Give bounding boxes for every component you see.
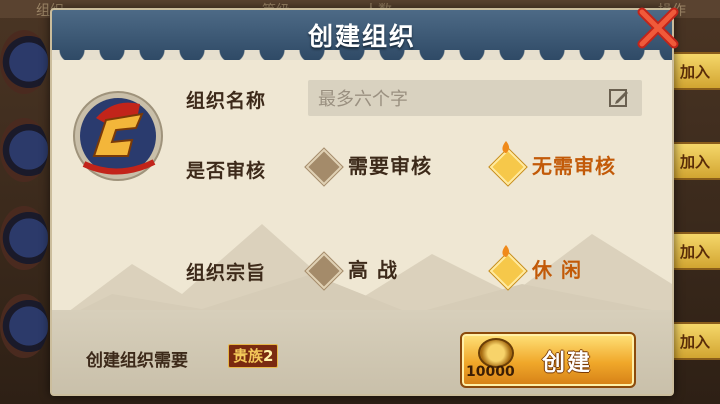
bg-guild-emblem	[0, 118, 48, 182]
review-option-none-label: 无需审核	[532, 154, 616, 178]
requirement-text: 创建组织需要	[86, 351, 188, 371]
review-option-none[interactable]: 无需审核	[489, 140, 616, 185]
create-cost: 10000	[466, 364, 515, 380]
bg-guild-emblem	[0, 206, 48, 270]
noble-badge-label: 贵族	[233, 347, 264, 365]
create-guild-dialog: 创建组织 组织名称 是否审核 需要审核 无需审核	[50, 8, 674, 396]
guild-name-field	[308, 80, 642, 118]
radio-flame-selected-icon	[489, 140, 527, 185]
purpose-option-casual-label: 休 闲	[532, 258, 582, 282]
guild-emblem-icon	[66, 68, 170, 188]
review-option-required-label: 需要审核	[348, 154, 432, 178]
bg-guild-emblem	[0, 30, 48, 94]
bg-join-button[interactable]: 加入	[668, 52, 720, 90]
purpose-label: 组织宗旨	[186, 262, 267, 284]
radio-diamond-icon	[305, 148, 343, 185]
guild-name-label: 组织名称	[186, 90, 267, 112]
radio-flame-selected-icon	[489, 244, 527, 289]
guild-name-input[interactable]	[316, 80, 600, 118]
bg-join-button[interactable]: 加入	[668, 322, 720, 360]
noble-level-badge: 贵族2	[228, 344, 279, 368]
noble-badge-level: 2	[263, 347, 274, 365]
radio-diamond-icon	[305, 252, 343, 289]
bg-guild-emblem	[0, 294, 48, 358]
purpose-option-combat[interactable]: 高 战	[305, 252, 398, 289]
bg-join-button[interactable]: 加入	[668, 232, 720, 270]
edit-icon[interactable]	[608, 87, 630, 109]
purpose-option-combat-label: 高 战	[348, 258, 398, 282]
bg-join-button[interactable]: 加入	[668, 142, 720, 180]
review-option-required[interactable]: 需要审核	[305, 148, 432, 185]
dialog-title: 创建组织	[307, 22, 416, 51]
create-button[interactable]: 10000 创建	[460, 332, 636, 388]
purpose-option-casual[interactable]: 休 闲	[489, 244, 582, 289]
create-button-label: 创建	[542, 350, 592, 376]
review-label: 是否审核	[186, 160, 267, 182]
close-icon[interactable]	[632, 2, 684, 54]
